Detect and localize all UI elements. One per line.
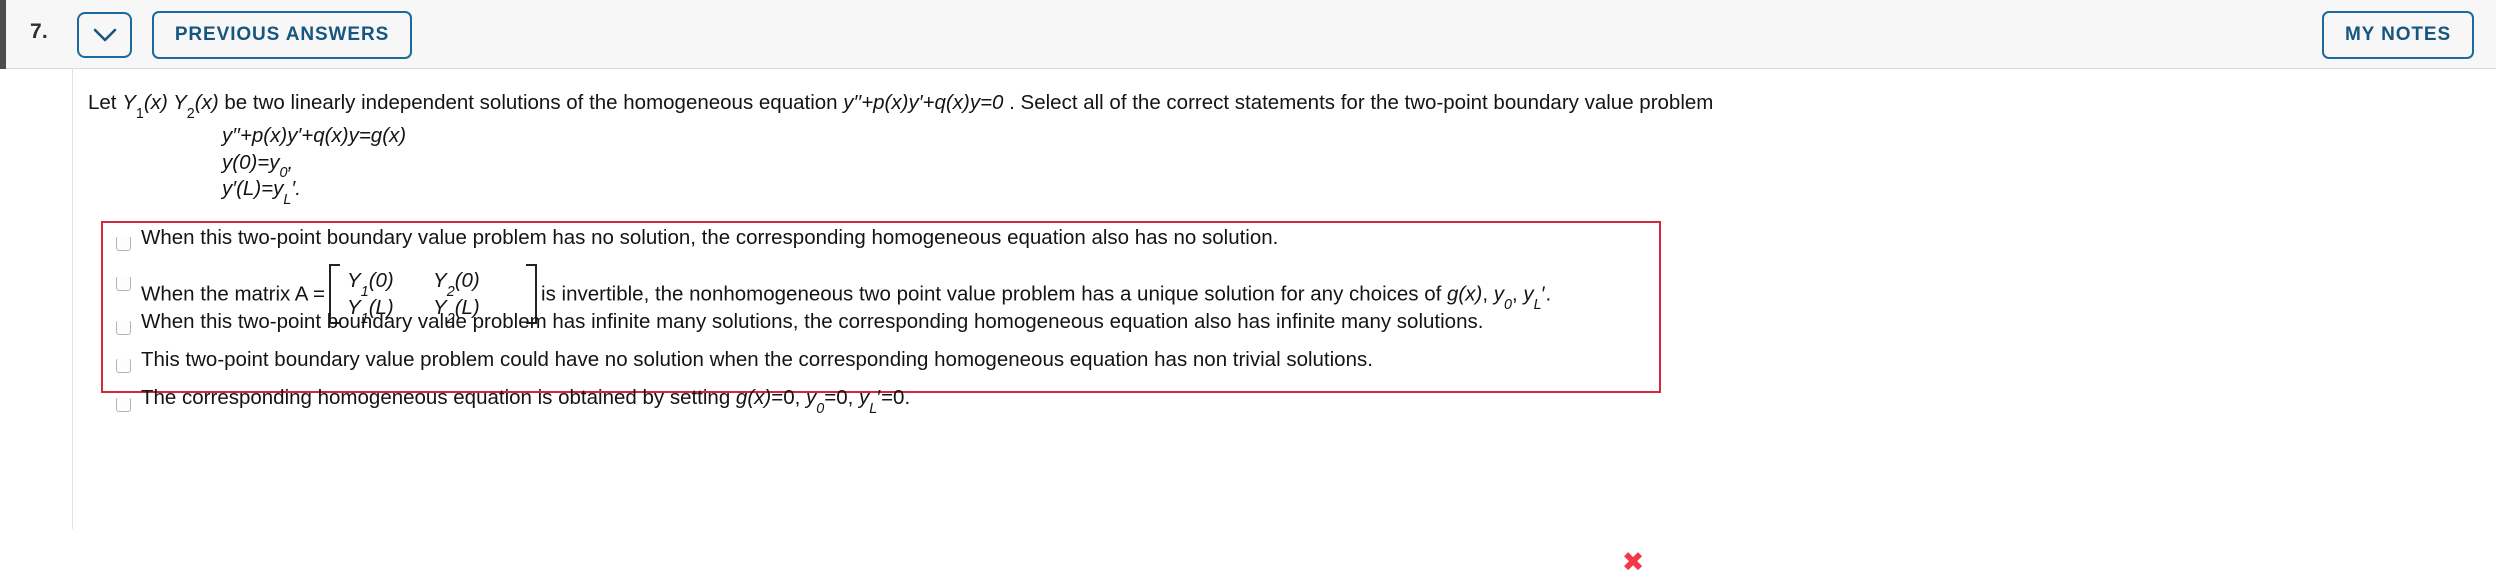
prompt-y1: Y <box>122 91 136 114</box>
option-4-gx: g(x) <box>735 386 772 409</box>
option-1-yl-sub: L <box>1533 297 1542 314</box>
answer-option-0-checkbox[interactable] <box>116 236 131 251</box>
prompt-middle: be two linearly independent solutions of… <box>218 91 844 114</box>
answer-option-2-checkbox[interactable] <box>116 320 131 335</box>
body-left-rail <box>0 69 6 576</box>
option-1-text-before: When the matrix A = <box>141 282 326 306</box>
system-bc1-lhs: y(0)=y <box>222 150 280 174</box>
answer-option-3-checkbox[interactable] <box>116 358 131 373</box>
option-1-gx: g(x) <box>1447 282 1483 306</box>
boundary-value-system: y′′+p(x)y′+q(x)y=g(x) y(0)=y0, y′(L)=yL′… <box>222 123 407 207</box>
option-4-yl-sub: L <box>869 400 878 417</box>
chevron-down-icon <box>92 27 118 43</box>
header-left-rail <box>0 0 6 69</box>
prompt-y1-arg: (x) <box>143 91 174 114</box>
collapse-toggle-button[interactable] <box>77 12 132 58</box>
previous-answers-button[interactable]: PREVIOUS ANSWERS <box>152 11 412 59</box>
system-bc2-lhs: y′(L)=y <box>222 177 284 200</box>
answer-option-4-checkbox[interactable] <box>116 397 131 412</box>
option-4-mid-1: =0, <box>771 386 806 409</box>
previous-answers-label: PREVIOUS ANSWERS <box>174 24 390 45</box>
prompt-y2-sub: 2 <box>186 105 195 122</box>
option-1-tail: ′. <box>1541 282 1552 306</box>
option-1-y0-sub: 0 <box>1503 297 1512 314</box>
matrix-cell-r1c1: Y1(0) <box>347 269 394 300</box>
option-4-mid-2: =0, <box>824 386 859 409</box>
answer-option-4-label: The corresponding homogeneous equation i… <box>141 385 911 416</box>
option-1-y0: y <box>1493 282 1504 306</box>
question-header-bar: 7. PREVIOUS ANSWERS MY NOTES <box>0 0 2496 69</box>
system-line-ode: y′′+p(x)y′+q(x)y=g(x) <box>222 124 407 147</box>
answer-option-2-label: When this two-point boundary value probl… <box>141 310 1484 333</box>
system-line-bc2: y′(L)=yL′. <box>222 176 406 207</box>
option-4-y0-sub: 0 <box>816 400 825 417</box>
option-1-yl: y <box>1523 282 1534 306</box>
system-line-bc1: y(0)=y0, <box>222 150 406 181</box>
question-prompt: Let Y1(x) Y2(x) be two linearly independ… <box>88 90 1714 121</box>
option-4-y0: y <box>806 386 817 409</box>
option-1-sep-2: , <box>1511 282 1524 306</box>
my-notes-button[interactable]: MY NOTES <box>2322 11 2474 59</box>
option-4-yl: y <box>859 386 870 409</box>
system-bc2-sub: L <box>283 191 292 208</box>
content-left-divider <box>72 69 73 529</box>
answer-option-3-label: This two-point boundary value problem co… <box>141 348 1373 371</box>
prompt-lead: Let <box>88 91 123 114</box>
prompt-tail: . Select all of the correct statements f… <box>1003 91 1714 114</box>
matrix-cell-r1c2: Y2(0) <box>433 269 480 300</box>
system-bc1-tail: , <box>287 150 294 174</box>
prompt-y2: Y <box>173 91 187 114</box>
system-bc2-tail: ′. <box>291 177 301 200</box>
option-4-tail: ′=0. <box>877 386 911 409</box>
option-1-sep-1: , <box>1482 282 1494 306</box>
answer-option-1-checkbox[interactable] <box>116 276 131 291</box>
answer-option-0-label: When this two-point boundary value probl… <box>141 226 1279 249</box>
system-bc1-sub: 0 <box>279 165 288 182</box>
question-page: 7. PREVIOUS ANSWERS MY NOTES Let Y1(x) Y… <box>0 0 2496 576</box>
my-notes-label: MY NOTES <box>2344 24 2452 45</box>
prompt-homogeneous-equation: y′′+p(x)y′+q(x)y=0 <box>843 91 1004 114</box>
prompt-y2-arg: (x) <box>194 91 219 114</box>
incorrect-x-icon: ✖ <box>1621 547 1645 578</box>
option-1-text-after-1: is invertible, the nonhomogeneous two po… <box>541 282 1448 306</box>
matrix-row-1: Y1(0) Y2(0) <box>347 267 519 300</box>
page-title: 7. <box>30 20 48 43</box>
prompt-y1-sub: 1 <box>135 105 144 122</box>
option-4-text-before: The corresponding homogeneous equation i… <box>141 386 736 409</box>
answer-choices-box: When this two-point boundary value probl… <box>101 221 1661 416</box>
